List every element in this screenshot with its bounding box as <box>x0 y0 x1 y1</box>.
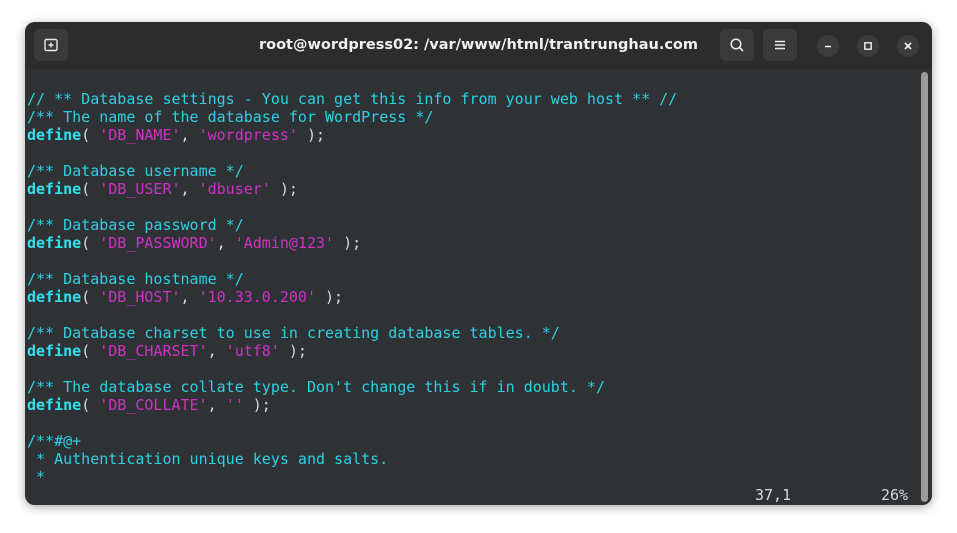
code-token-plain: , <box>207 342 226 360</box>
code-token-str: 'utf8' <box>225 342 280 360</box>
code-token-plain: ); <box>316 288 344 306</box>
code-line: // ** Database settings - You can get th… <box>27 90 677 108</box>
code-token-plain: , <box>180 288 199 306</box>
code-line: * <box>27 468 677 486</box>
terminal-window: root@wordpress02: /var/www/html/trantrun… <box>25 22 932 505</box>
code-token-str: 'DB_NAME' <box>99 126 181 144</box>
code-token-comment: /** Database charset to use in creating … <box>27 324 560 342</box>
code-line: define( 'DB_HOST', '10.33.0.200' ); <box>27 288 677 306</box>
code-line: /** Database charset to use in creating … <box>27 324 677 342</box>
code-token-kw: define <box>27 126 82 144</box>
code-token-comment: /** Database username */ <box>27 162 244 180</box>
code-line: /** Database username */ <box>27 162 677 180</box>
code-token-str: 'DB_CHARSET' <box>99 342 208 360</box>
code-token-str: 'DB_USER' <box>99 180 181 198</box>
search-icon <box>730 38 744 52</box>
code-token-str: 'dbuser' <box>198 180 271 198</box>
maximize-icon <box>864 42 872 50</box>
code-token-kw: define <box>27 234 82 252</box>
code-line: define( 'DB_USER', 'dbuser' ); <box>27 180 677 198</box>
code-token-comment: /** The name of the database for WordPre… <box>27 108 434 126</box>
code-line: /** The name of the database for WordPre… <box>27 108 677 126</box>
code-token-plain: ( <box>81 288 100 306</box>
code-token-plain: ( <box>81 180 100 198</box>
minimize-button[interactable] <box>817 35 839 57</box>
code-token-plain: ); <box>334 234 362 252</box>
code-token-kw: define <box>27 342 82 360</box>
code-editor[interactable]: // ** Database settings - You can get th… <box>27 90 677 486</box>
search-button[interactable] <box>720 29 754 61</box>
code-line: define( 'DB_CHARSET', 'utf8' ); <box>27 342 677 360</box>
code-token-comment: /** The database collate type. Don't cha… <box>27 378 605 396</box>
code-token-str: 'wordpress' <box>198 126 298 144</box>
code-token-plain: ( <box>81 396 100 414</box>
code-token-str: 'DB_COLLATE' <box>99 396 208 414</box>
code-token-plain: ( <box>81 126 100 144</box>
close-button[interactable] <box>897 35 919 57</box>
scroll-percent: 26% <box>881 486 909 504</box>
menu-button[interactable] <box>763 29 797 61</box>
code-token-str: 'Admin@123' <box>234 234 335 252</box>
code-token-plain: , <box>180 180 199 198</box>
code-token-comment: * <box>27 468 46 486</box>
code-token-plain: ); <box>279 342 307 360</box>
code-token-comment: /**#@+ <box>27 432 82 450</box>
terminal-content[interactable]: // ** Database settings - You can get th… <box>25 69 932 505</box>
code-token-plain: ); <box>297 126 326 144</box>
cursor-position: 37,1 <box>755 486 792 504</box>
code-line: /** Database hostname */ <box>27 270 677 288</box>
code-token-kw: define <box>27 396 82 414</box>
code-line: define( 'DB_COLLATE', '' ); <box>27 396 677 414</box>
code-token-plain: ); <box>270 180 298 198</box>
code-token-plain: ( <box>81 342 100 360</box>
code-line: define( 'DB_NAME', 'wordpress' ); <box>27 126 677 144</box>
maximize-button[interactable] <box>857 35 879 57</box>
code-token-str: '10.33.0.200' <box>198 288 316 306</box>
code-line: * Authentication unique keys and salts. <box>27 450 677 468</box>
code-token-plain: , <box>207 396 226 414</box>
code-token-comment: // ** Database settings - You can get th… <box>27 90 678 108</box>
code-line: /**#@+ <box>27 432 677 450</box>
code-token-plain: ); <box>243 396 271 414</box>
code-token-kw: define <box>27 288 82 306</box>
scrollbar[interactable] <box>921 72 928 502</box>
minimize-icon <box>825 45 831 48</box>
hamburger-menu-icon <box>775 40 785 50</box>
code-line: /** The database collate type. Don't cha… <box>27 378 677 396</box>
code-token-str: 'DB_PASSWORD' <box>99 234 217 252</box>
close-icon <box>904 42 912 50</box>
code-token-str: '' <box>225 396 244 414</box>
code-token-comment: /** Database hostname */ <box>27 270 244 288</box>
code-token-comment: /** Database password */ <box>27 216 244 234</box>
code-token-plain: , <box>216 234 235 252</box>
code-line: /** Database password */ <box>27 216 677 234</box>
code-token-kw: define <box>27 180 82 198</box>
code-token-plain: ( <box>81 234 100 252</box>
code-token-comment: * Authentication unique keys and salts. <box>27 450 389 468</box>
code-token-str: 'DB_HOST' <box>99 288 181 306</box>
code-token-plain: , <box>180 126 199 144</box>
title-bar: root@wordpress02: /var/www/html/trantrun… <box>25 22 932 69</box>
code-line: define( 'DB_PASSWORD', 'Admin@123' ); <box>27 234 677 252</box>
